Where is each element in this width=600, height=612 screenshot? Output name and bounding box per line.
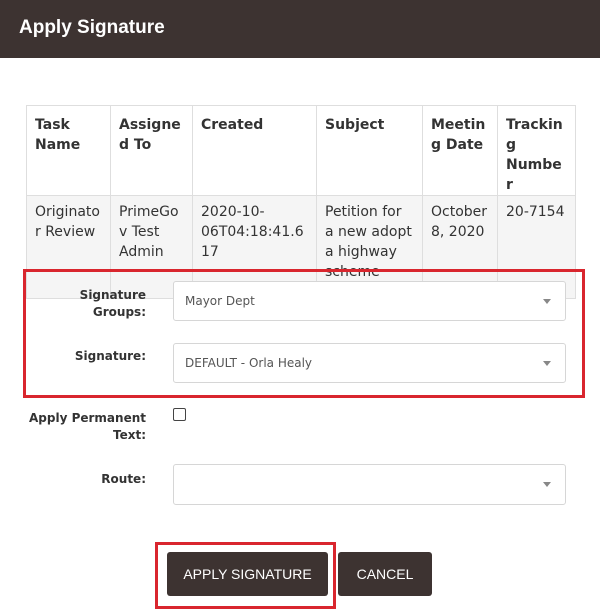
- apply-signature-button[interactable]: APPLY SIGNATURE: [167, 552, 328, 596]
- signature-select[interactable]: DEFAULT - Orla Healy: [173, 343, 566, 383]
- column-header-task-name: Task Name: [26, 105, 111, 196]
- column-header-assigned-to: Assigned To: [110, 105, 193, 196]
- signature-label: Signature:: [74, 349, 146, 363]
- column-header-subject: Subject: [316, 105, 423, 196]
- route-select[interactable]: [173, 464, 566, 505]
- dialog-title: Apply Signature: [19, 17, 165, 38]
- route-label: Route:: [101, 472, 146, 486]
- apply-permanent-text-label: Apply Permanent Text:: [29, 411, 146, 442]
- signature-groups-label: Signature Groups:: [79, 288, 146, 319]
- cancel-button[interactable]: CANCEL: [338, 552, 432, 596]
- signature-groups-select[interactable]: Mayor Dept: [173, 281, 566, 321]
- signature-value: DEFAULT - Orla Healy: [185, 356, 313, 370]
- chevron-down-icon: [543, 361, 551, 366]
- table-header-row: Task Name Assigned To Created Subject Me…: [26, 105, 576, 196]
- chevron-down-icon: [543, 482, 551, 487]
- column-header-created: Created: [192, 105, 317, 196]
- column-header-tracking-number: Tracking Number: [497, 105, 576, 196]
- dialog-header: Apply Signature: [0, 0, 600, 58]
- chevron-down-icon: [543, 299, 551, 304]
- apply-permanent-text-checkbox[interactable]: [173, 408, 186, 421]
- column-header-meeting-date: Meeting Date: [422, 105, 498, 196]
- signature-groups-value: Mayor Dept: [185, 294, 255, 308]
